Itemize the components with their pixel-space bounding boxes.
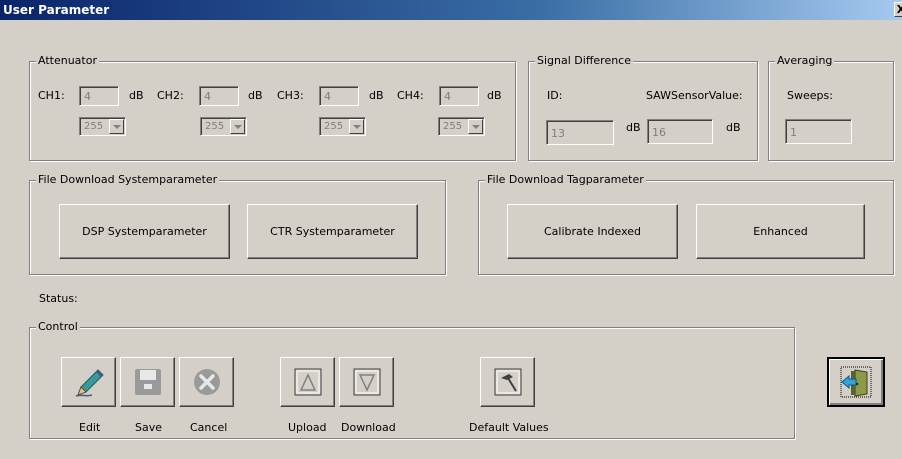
saw-sensor-label: SAWSensorValue: <box>646 89 743 102</box>
ch1-input[interactable]: 4 <box>79 86 119 106</box>
close-button[interactable]: X <box>894 2 902 17</box>
saw-sensor-unit: dB <box>726 121 741 134</box>
ch4-select[interactable]: 255 <box>438 117 485 136</box>
averaging-legend: Averaging <box>775 54 835 67</box>
ch3-select[interactable]: 255 <box>319 117 366 136</box>
download-label: Download <box>341 421 396 434</box>
ch4-label: CH4: <box>397 89 424 102</box>
ch2-select-value: 255 <box>205 121 225 132</box>
signal-difference-legend: Signal Difference <box>535 54 633 67</box>
sweeps-input[interactable]: 1 <box>785 119 852 144</box>
chevron-down-icon[interactable] <box>109 119 124 134</box>
exit-button[interactable] <box>827 357 885 407</box>
sweeps-label: Sweeps: <box>787 89 833 102</box>
upload-button[interactable] <box>280 357 335 407</box>
calibrate-indexed-button[interactable]: Calibrate Indexed <box>507 204 678 259</box>
save-label: Save <box>135 421 163 434</box>
file-download-tag-legend: File Download Tagparameter <box>485 173 646 186</box>
id-input[interactable]: 13 <box>546 120 614 145</box>
ch4-unit: dB <box>487 89 502 102</box>
attenuator-group: Attenuator <box>29 54 516 161</box>
ctr-systemparameter-button[interactable]: CTR Systemparameter <box>247 204 418 259</box>
cancel-button[interactable] <box>179 357 234 407</box>
id-unit: dB <box>626 121 641 134</box>
ch1-select-value: 255 <box>84 121 104 132</box>
default-values-label: Default Values <box>469 421 549 434</box>
ch3-unit: dB <box>369 89 384 102</box>
edit-button[interactable] <box>61 357 116 407</box>
signal-difference-group: Signal Difference <box>528 54 758 161</box>
id-label: ID: <box>547 89 563 102</box>
cancel-x-icon <box>193 369 220 395</box>
chevron-down-icon[interactable] <box>230 119 245 134</box>
control-legend: Control <box>36 320 80 333</box>
title-bar: User Parameter X <box>0 0 902 20</box>
saw-sensor-input[interactable]: 16 <box>647 119 713 144</box>
cancel-label: Cancel <box>190 421 228 434</box>
default-values-button[interactable] <box>480 357 535 407</box>
window-title: User Parameter <box>3 3 110 17</box>
upload-label: Upload <box>288 421 327 434</box>
enhanced-button[interactable]: Enhanced <box>696 204 865 259</box>
download-button[interactable] <box>339 357 394 407</box>
edit-label: Edit <box>79 421 101 434</box>
hammer-icon <box>494 368 521 396</box>
ch2-unit: dB <box>248 89 263 102</box>
averaging-group: Averaging <box>768 54 894 161</box>
pencil-icon <box>75 369 104 397</box>
dsp-systemparameter-button[interactable]: DSP Systemparameter <box>59 204 230 259</box>
ch3-select-value: 255 <box>324 121 344 132</box>
ch1-label: CH1: <box>38 89 65 102</box>
save-button[interactable] <box>120 357 175 407</box>
file-download-system-legend: File Download Systemparameter <box>36 173 220 186</box>
chevron-down-icon[interactable] <box>468 119 483 134</box>
ch3-input[interactable]: 4 <box>319 86 359 106</box>
down-triangle-icon <box>353 368 380 396</box>
ch4-input[interactable]: 4 <box>439 86 479 106</box>
ch2-label: CH2: <box>157 89 184 102</box>
ch2-input[interactable]: 4 <box>199 86 239 106</box>
ch1-select[interactable]: 255 <box>79 117 126 136</box>
floppy-disk-icon <box>134 369 161 395</box>
attenuator-legend: Attenuator <box>36 54 99 67</box>
ch2-select[interactable]: 255 <box>200 117 247 136</box>
status-label: Status: <box>39 292 78 305</box>
exit-door-icon <box>840 366 872 398</box>
ch1-unit: dB <box>129 89 144 102</box>
chevron-down-icon[interactable] <box>349 119 364 134</box>
up-triangle-icon <box>294 368 321 396</box>
ch4-select-value: 255 <box>443 121 463 132</box>
ch3-label: CH3: <box>277 89 304 102</box>
